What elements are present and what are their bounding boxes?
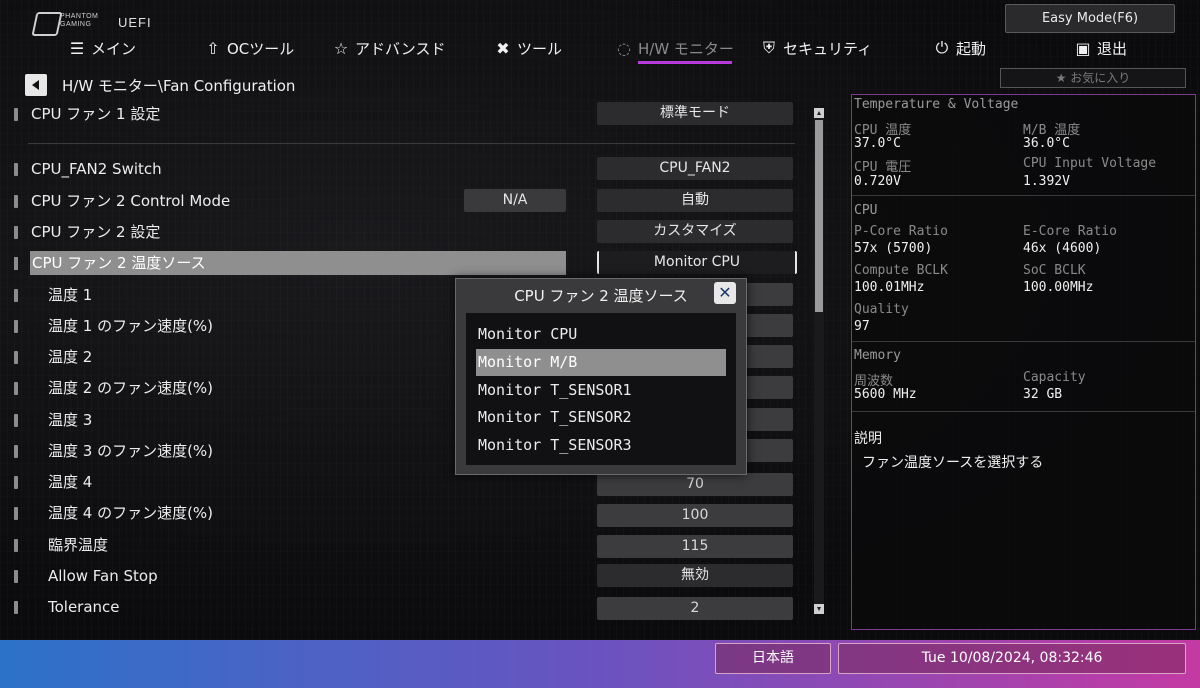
cpu-heading: CPU [854, 203, 878, 218]
datetime-display: Tue 10/08/2024, 08:32:46 [838, 643, 1186, 674]
setting-cpu-fan2-setting[interactable]: CPU ファン 2 設定 [10, 220, 570, 244]
option-monitor-t-sensor1[interactable]: Monitor T_SENSOR1 [476, 377, 726, 404]
option-monitor-cpu[interactable]: Monitor CPU [476, 321, 726, 348]
easy-mode-button[interactable]: Easy Mode(F6) [1005, 4, 1175, 33]
back-arrow-icon[interactable] [25, 74, 47, 96]
description-heading: 説明 [854, 431, 882, 447]
value-temp4-fan-speed[interactable]: 100 [597, 504, 793, 527]
quality-label: Quality [854, 302, 909, 317]
value-critical-temp[interactable]: 115 [597, 535, 793, 558]
section-divider [28, 143, 795, 144]
option-monitor-t-sensor2[interactable]: Monitor T_SENSOR2 [476, 404, 726, 431]
tab-main[interactable]: ☰ メイン [68, 36, 136, 60]
dialog-title: CPU ファン 2 温度ソース [514, 287, 688, 305]
uefi-label: UEFI [118, 15, 152, 30]
monitor-icon: ◌ [617, 38, 631, 58]
tab-hw-monitor[interactable]: ◌ H/W モニター [615, 36, 734, 60]
value-tolerance[interactable]: 2 [597, 597, 793, 620]
temp-source-dialog: CPU ファン 2 温度ソース ✕ Monitor CPU Monitor M/… [455, 278, 747, 475]
row-marker [14, 257, 18, 270]
rocket-icon: ⇧ [206, 38, 220, 58]
value-allow-fan-stop[interactable]: 無効 [597, 564, 793, 587]
description-text: ファン温度ソースを選択する [862, 455, 1044, 471]
soc-bclk-label: SoC BCLK [1023, 263, 1086, 278]
value-cpu-fan2-setting[interactable]: カスタマイズ [597, 220, 793, 243]
cpu-temp-value: 37.0°C [854, 136, 901, 151]
tab-oc-tools[interactable]: ⇧ OCツール [204, 36, 294, 60]
compute-bclk-value: 100.01MHz [854, 280, 925, 295]
pcore-ratio-value: 57x (5700) [854, 241, 933, 256]
value-cpu-fan2-temp-source[interactable]: Monitor CPU [597, 251, 797, 274]
control-mode-status: N/A [464, 189, 566, 212]
exit-icon: ▣ [1075, 38, 1091, 58]
star-icon: ☆ [333, 38, 349, 58]
phantom-gaming-logo-icon [31, 12, 63, 36]
option-monitor-mb[interactable]: Monitor M/B [476, 349, 726, 376]
tab-security[interactable]: ⛨ セキュリティ [760, 36, 872, 60]
favorites-button[interactable]: ★ お気に入り [1000, 68, 1186, 88]
panel-divider [852, 341, 1195, 342]
temp-voltage-heading: Temperature & Voltage [854, 97, 1019, 112]
option-monitor-t-sensor3[interactable]: Monitor T_SENSOR3 [476, 432, 726, 459]
memory-heading: Memory [854, 348, 901, 363]
panel-divider [852, 195, 1195, 196]
capacity-label: Capacity [1023, 370, 1086, 385]
pcore-ratio-label: P-Core Ratio [854, 224, 948, 239]
breadcrumb: H/W モニター\Fan Configuration [62, 77, 296, 95]
tools-icon: ✖ [496, 38, 510, 58]
power-icon: ⏻ [935, 38, 949, 57]
value-cpu-fan2-control-mode[interactable]: 自動 [597, 189, 793, 212]
ecore-ratio-label: E-Core Ratio [1023, 224, 1117, 239]
setting-allow-fan-stop[interactable]: Allow Fan Stop [10, 564, 570, 588]
setting-critical-temp[interactable]: 臨界温度 [10, 533, 570, 557]
cpu-voltage-label: CPU 電圧 [854, 160, 912, 175]
setting-cpu-fan1-setting[interactable]: CPU ファン 1 設定 [10, 102, 570, 126]
down-arrow-icon [817, 607, 821, 611]
panel-divider [852, 411, 1195, 412]
mb-temp-value: 36.0°C [1023, 136, 1070, 151]
setting-tolerance[interactable]: Tolerance [10, 595, 570, 619]
active-tab-indicator [638, 61, 732, 64]
tab-exit[interactable]: ▣ 退出 [1074, 36, 1127, 60]
frequency-value: 5600 MHz [854, 387, 917, 402]
cpu-input-voltage-label: CPU Input Voltage [1023, 156, 1157, 171]
language-button[interactable]: 日本語 [715, 643, 831, 674]
tab-tools[interactable]: ✖ ツール [494, 36, 562, 60]
cpu-input-voltage-value: 1.392V [1023, 174, 1070, 189]
capacity-value: 32 GB [1023, 387, 1063, 402]
close-icon[interactable]: ✕ [714, 282, 736, 304]
tab-advanced[interactable]: ☆ アドバンスド [332, 36, 446, 60]
scrollbar-thumb[interactable] [815, 120, 823, 312]
value-cpu-fan2-switch[interactable]: CPU_FAN2 [597, 157, 793, 180]
setting-cpu-fan2-switch[interactable]: CPU_FAN2 Switch [10, 157, 570, 181]
soc-bclk-value: 100.00MHz [1023, 280, 1094, 295]
option-list: Monitor CPU Monitor M/B Monitor T_SENSOR… [466, 313, 736, 465]
shield-icon: ⛨ [762, 38, 775, 57]
setting-cpu-fan2-temp-source[interactable]: CPU ファン 2 温度ソース [30, 251, 566, 275]
value-temp4[interactable]: 70 [597, 473, 793, 496]
brand-text: PHANTOM GAMING [60, 13, 99, 28]
compute-bclk-label: Compute BCLK [854, 263, 948, 278]
quality-value: 97 [854, 319, 870, 334]
value-cpu-fan1-setting[interactable]: 標準モード [597, 102, 793, 125]
info-panel: Temperature & Voltage CPU 温度 37.0°C M/B … [851, 94, 1196, 630]
list-icon: ☰ [69, 38, 85, 58]
up-arrow-icon [817, 111, 821, 115]
ecore-ratio-value: 46x (4600) [1023, 241, 1102, 256]
tab-boot[interactable]: ⏻ 起動 [933, 36, 986, 60]
cpu-voltage-value: 0.720V [854, 174, 901, 189]
setting-temp4-fan-speed[interactable]: 温度 4 のファン速度(%) [10, 501, 570, 525]
